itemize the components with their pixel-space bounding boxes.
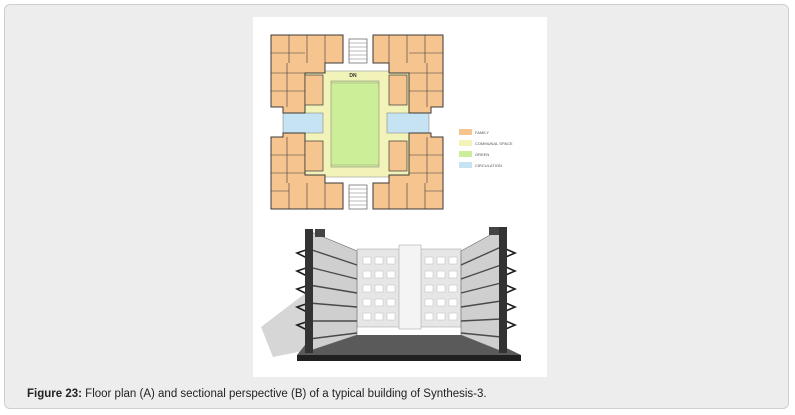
unit-inner-bl bbox=[304, 140, 324, 172]
legend-item-family: FAMILY bbox=[459, 129, 489, 135]
svg-text:GREEN: GREEN bbox=[475, 152, 489, 157]
base-slab bbox=[297, 355, 521, 361]
left-wing bbox=[308, 230, 358, 352]
green-courtyard bbox=[330, 80, 380, 168]
legend-item-green: GREEN bbox=[459, 151, 489, 157]
sectional-perspective bbox=[261, 227, 521, 361]
svg-text:CIRCULATION: CIRCULATION bbox=[475, 163, 502, 168]
floor-plan: DN bbox=[270, 34, 444, 210]
circulation-right bbox=[386, 112, 430, 134]
svg-text:FAMILY: FAMILY bbox=[475, 130, 489, 135]
plan-legend: FAMILY COMMUNAL SPACE GREEN CIRCULATION bbox=[459, 129, 513, 168]
svg-text:COMMUNAL SPACE: COMMUNAL SPACE bbox=[475, 141, 513, 146]
circulation-left bbox=[282, 112, 324, 134]
legend-item-communal-space: COMMUNAL SPACE bbox=[459, 140, 513, 146]
legend-item-circulation: CIRCULATION bbox=[459, 162, 502, 168]
left-section-cut bbox=[305, 229, 313, 353]
right-roof-stub bbox=[489, 227, 499, 235]
right-wing bbox=[460, 228, 502, 352]
back-stair-core bbox=[398, 244, 422, 330]
stair-bottom bbox=[348, 184, 368, 210]
right-section-cut bbox=[499, 227, 507, 353]
unit-inner-br bbox=[388, 140, 408, 172]
left-roof-stub bbox=[315, 229, 325, 237]
figure-caption-text: Floor plan (A) and sectional perspective… bbox=[81, 388, 487, 400]
unit-inner-tr bbox=[388, 74, 408, 106]
figure-frame: DN FAMILY COMMUNAL SPACE GREEN CIRCULATI… bbox=[4, 4, 789, 409]
figure-image: DN FAMILY COMMUNAL SPACE GREEN CIRCULATI… bbox=[253, 17, 547, 377]
north-label: DN bbox=[349, 73, 357, 79]
figure-caption: Figure 23: Floor plan (A) and sectional … bbox=[27, 388, 487, 400]
unit-inner-tl bbox=[304, 74, 324, 106]
stair-top bbox=[348, 38, 368, 64]
figure-label: Figure 23: bbox=[27, 388, 82, 400]
figure-svg: DN FAMILY COMMUNAL SPACE GREEN CIRCULATI… bbox=[261, 34, 521, 361]
